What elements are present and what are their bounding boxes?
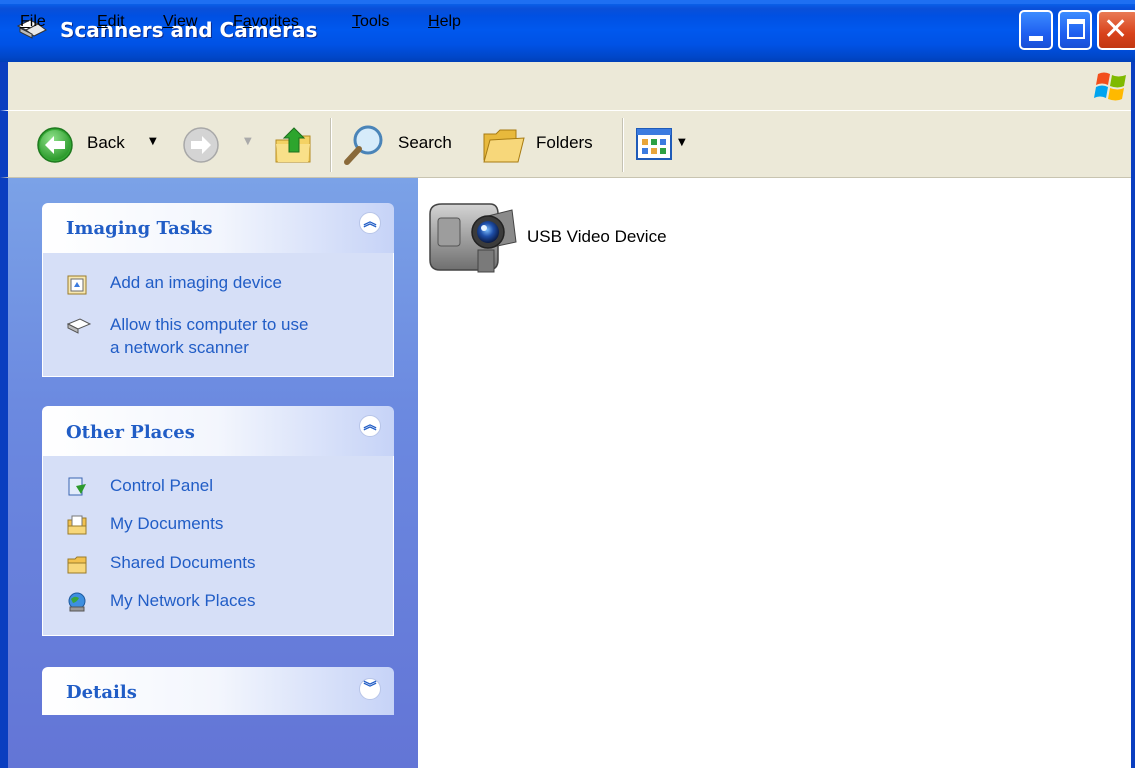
- menu-view-label: iew: [173, 13, 198, 30]
- allow-network-scanner-line1: Allow this computer to use: [110, 315, 309, 334]
- shared-documents-icon: [67, 556, 87, 574]
- windows-logo-icon: [1094, 72, 1126, 101]
- menu-file[interactable]: File: [20, 13, 46, 31]
- network-scanner-icon: [66, 318, 92, 334]
- menu-tools-mnemonic: T: [352, 13, 360, 30]
- menu-view[interactable]: View: [163, 13, 197, 31]
- menu-edit-mnemonic: E: [97, 13, 108, 30]
- menu-file-label: ile: [29, 13, 46, 30]
- folders-button[interactable]: Folders: [482, 122, 612, 166]
- menu-bar: [0, 62, 1135, 110]
- allow-network-scanner-link[interactable]: Allow this computer to use a network sca…: [110, 313, 308, 359]
- control-panel-link[interactable]: Control Panel: [110, 476, 213, 496]
- menu-tools[interactable]: Tools: [352, 13, 389, 31]
- menu-favorites-label: vorites: [251, 13, 299, 30]
- control-panel-icon: [68, 477, 86, 496]
- add-imaging-device-link[interactable]: Add an imaging device: [110, 273, 282, 293]
- video-camera-icon: [429, 203, 517, 273]
- views-icon: [636, 128, 672, 160]
- views-dropdown-icon[interactable]: ▼: [678, 137, 686, 148]
- allow-network-scanner-line2: a network scanner: [110, 338, 249, 357]
- my-documents-link[interactable]: My Documents: [110, 514, 223, 534]
- maximize-button[interactable]: [1058, 10, 1092, 50]
- usb-video-device-item[interactable]: USB Video Device: [426, 196, 706, 276]
- folders-label: Folders: [536, 133, 593, 152]
- details-title: Details: [66, 682, 137, 703]
- up-folder-icon[interactable]: [272, 122, 316, 166]
- my-network-places-link[interactable]: My Network Places: [110, 591, 255, 611]
- menu-favorites-prefix: F: [233, 13, 243, 30]
- toolbar-separator: [622, 118, 624, 172]
- forward-dropdown-icon[interactable]: ▼: [244, 136, 252, 147]
- back-label: Back: [87, 133, 125, 152]
- menu-view-mnemonic: V: [163, 13, 174, 30]
- add-imaging-device-icon: [67, 275, 87, 295]
- menu-help-label: elp: [439, 13, 461, 30]
- close-button[interactable]: ✕: [1097, 10, 1135, 50]
- minimize-button[interactable]: [1019, 10, 1053, 50]
- expand-chevron-icon[interactable]: ︾: [359, 678, 381, 700]
- menu-help-mnemonic: H: [428, 13, 440, 30]
- search-icon: [344, 125, 383, 165]
- other-places-title: Other Places: [66, 422, 195, 443]
- menu-help[interactable]: Help: [428, 13, 461, 31]
- toolbar-separator: [330, 118, 332, 172]
- menu-tools-label: ools: [360, 13, 390, 30]
- menu-file-mnemonic: F: [20, 13, 30, 30]
- back-button[interactable]: Back ▼: [36, 126, 164, 164]
- menu-edit-label: dit: [107, 13, 125, 30]
- window-border: [1131, 62, 1135, 768]
- shared-documents-link[interactable]: Shared Documents: [110, 553, 256, 573]
- network-places-icon: [68, 592, 86, 612]
- collapse-chevron-icon[interactable]: ︽: [359, 415, 381, 437]
- search-button[interactable]: Search: [342, 122, 464, 166]
- menu-favorites[interactable]: Favorites: [233, 13, 299, 31]
- menu-edit[interactable]: Edit: [97, 13, 125, 31]
- back-dropdown-icon[interactable]: ▼: [149, 136, 157, 147]
- views-button[interactable]: ▼: [636, 128, 696, 162]
- forward-arrow-icon[interactable]: [182, 126, 220, 164]
- device-label: USB Video Device: [527, 227, 667, 246]
- my-documents-icon: [67, 515, 87, 535]
- close-icon: ✕: [1103, 12, 1129, 47]
- folders-icon: [483, 129, 525, 163]
- back-arrow-icon: [37, 127, 73, 163]
- collapse-chevron-icon[interactable]: ︽: [359, 212, 381, 234]
- imaging-tasks-title: Imaging Tasks: [66, 218, 213, 239]
- menu-favorites-mnemonic: a: [242, 13, 252, 30]
- search-label: Search: [398, 133, 452, 152]
